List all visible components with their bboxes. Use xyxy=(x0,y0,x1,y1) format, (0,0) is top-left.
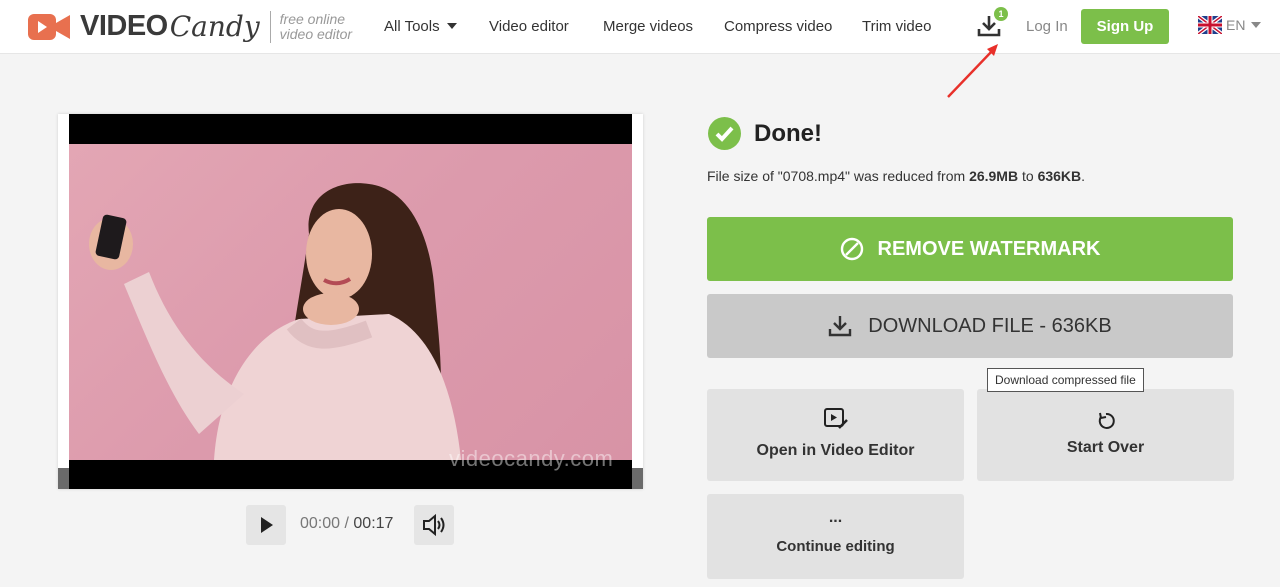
continue-editing-label: Continue editing xyxy=(776,538,895,555)
download-tooltip: Download compressed file xyxy=(987,368,1144,392)
total-duration: 00:17 xyxy=(353,515,394,532)
download-file-button[interactable]: DOWNLOAD FILE - 636KB xyxy=(707,294,1233,358)
more-dots-icon: ... xyxy=(828,509,843,526)
prohibited-icon xyxy=(840,237,863,261)
start-over-button[interactable]: Start Over xyxy=(977,389,1234,481)
tagline-line-2: video editor xyxy=(279,25,353,42)
nav-compress-video[interactable]: Compress video xyxy=(724,18,832,35)
open-in-editor-label: Open in Video Editor xyxy=(756,442,915,459)
logo-text-candy: Candy xyxy=(169,10,260,43)
info-suffix: . xyxy=(1081,168,1086,184)
girl-selfie-image xyxy=(89,183,461,460)
original-size: 26.9MB xyxy=(969,168,1019,184)
check-circle-icon xyxy=(708,117,741,150)
nav-trim-video[interactable]: Trim video xyxy=(862,18,931,35)
tagline-line-1: free online xyxy=(279,10,346,27)
info-mid: to xyxy=(1018,168,1038,184)
video-edit-icon xyxy=(823,408,848,429)
video-frame-edge-left xyxy=(58,468,69,489)
download-icon xyxy=(829,316,852,337)
nav-all-tools[interactable]: All Tools xyxy=(384,18,457,35)
new-size: 636KB xyxy=(1037,168,1082,184)
play-icon xyxy=(261,517,273,533)
time-separator: / xyxy=(344,515,349,532)
top-header: VIDEO Candy free online video editor All… xyxy=(0,0,1280,54)
status-title: Done! xyxy=(754,120,822,147)
logo-tagline: free online video editor xyxy=(279,10,353,42)
nav-video-editor[interactable]: Video editor xyxy=(489,18,569,35)
info-prefix: File size of "0708.mp4" was reduced from xyxy=(707,168,970,184)
playback-time: 00:00 / 00:17 xyxy=(300,515,393,533)
remove-watermark-button[interactable]: REMOVE WATERMARK xyxy=(707,217,1233,281)
video-player[interactable]: videocandy.com xyxy=(69,114,632,489)
chevron-down-icon xyxy=(1251,22,1262,28)
continue-editing-button[interactable]: ... Continue editing xyxy=(707,494,964,579)
compression-info: File size of "0708.mp4" was reduced from… xyxy=(707,168,1085,184)
download-file-label: DOWNLOAD FILE - 636KB xyxy=(868,314,1112,337)
remove-watermark-label: REMOVE WATERMARK xyxy=(877,237,1101,260)
language-selector[interactable]: EN xyxy=(1198,16,1262,34)
downloads-count-badge: 1 xyxy=(994,7,1008,21)
video-frame-edge-right xyxy=(632,468,643,489)
play-button[interactable] xyxy=(246,505,286,545)
nav-all-tools-label: All Tools xyxy=(384,18,440,35)
video-thumbnail xyxy=(69,144,632,460)
video-watermark: videocandy.com xyxy=(449,446,614,471)
site-logo[interactable]: VIDEO Candy free online video editor xyxy=(28,10,352,43)
signup-button[interactable]: Sign Up xyxy=(1081,9,1169,44)
current-time: 00:00 xyxy=(300,515,341,532)
volume-icon xyxy=(423,513,445,537)
video-camera-logo-icon xyxy=(28,13,70,40)
chevron-down-icon xyxy=(446,23,457,29)
login-link[interactable]: Log In xyxy=(1026,18,1068,35)
annotation-arrow xyxy=(947,44,998,98)
logo-text-video: VIDEO xyxy=(80,10,168,42)
open-in-editor-button[interactable]: Open in Video Editor xyxy=(707,389,964,481)
video-preview[interactable]: videocandy.com xyxy=(58,114,643,489)
nav-merge-videos[interactable]: Merge videos xyxy=(603,18,693,35)
start-over-label: Start Over xyxy=(1066,439,1145,456)
volume-button[interactable] xyxy=(414,505,454,545)
uk-flag-icon xyxy=(1198,16,1222,34)
language-label: EN xyxy=(1226,17,1246,33)
logo-divider xyxy=(269,10,271,43)
restart-icon xyxy=(1098,412,1115,429)
